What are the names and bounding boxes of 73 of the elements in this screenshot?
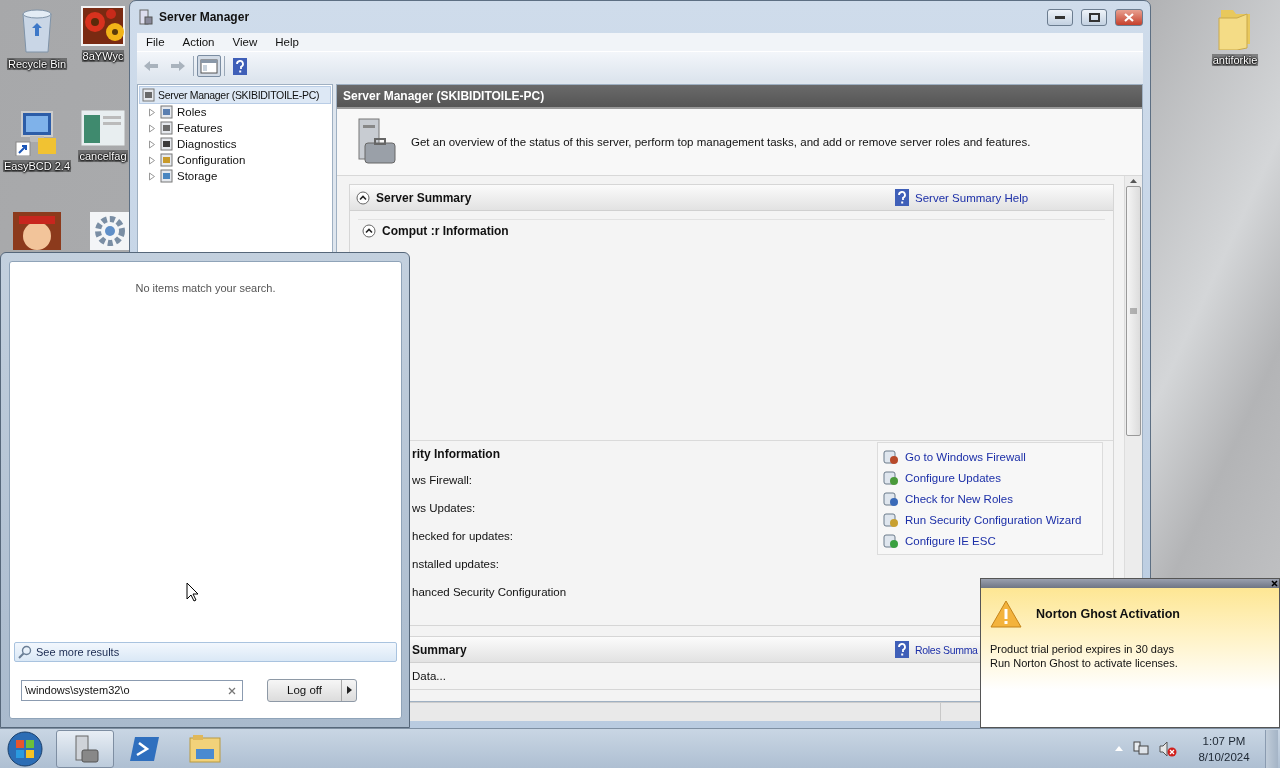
tree-item[interactable]: Server Manager (SKIBIDITOILE-PC) [139,86,331,104]
volume-muted-icon[interactable] [1159,740,1177,757]
minimize-button[interactable] [1047,8,1073,26]
field-label: ws Updates: [412,501,477,516]
notification-text: Run Norton Ghost to activate licenses. [989,656,1179,670]
scroll-up-icon[interactable] [1129,178,1138,184]
minimize-icon [1055,15,1065,19]
close-button[interactable] [1115,8,1143,26]
collapse-icon[interactable] [356,190,370,205]
gear-icon [90,212,130,250]
section-title: Server Summary [376,190,473,205]
start-button[interactable] [4,729,46,768]
collapse-icon[interactable] [362,224,376,238]
avatar-icon [13,212,61,250]
maximize-button[interactable] [1081,8,1107,26]
grip-icon [1130,308,1137,314]
help-link[interactable]: Roles Summa [915,643,978,656]
search-icon [18,645,32,659]
scrollbar[interactable] [1124,176,1142,580]
help-icon [895,641,909,658]
menu-item[interactable]: Help [266,36,308,48]
window-thumbnail-icon [81,110,125,146]
help-link[interactable]: Server Summary Help [915,191,1029,204]
clock-date[interactable]: 8/10/2024 [1198,748,1250,765]
field-label: hanced Security Configuration [412,585,568,600]
see-more-results-button[interactable]: See more results [14,642,397,662]
help-icon [895,189,909,206]
expand-arrow-icon[interactable] [148,107,156,117]
search-field[interactable]: \windows\system32\o [21,679,243,701]
field-label: hecked for updates: [412,529,514,544]
task-link[interactable]: Configure IE ESC [905,534,996,547]
taskbar-button[interactable] [56,729,114,768]
pane-header: Server Manager (SKIBIDITOILE-PC) [337,85,1142,109]
expand-arrow-icon[interactable] [148,155,156,165]
section-title: Summary [412,642,468,657]
tree-item[interactable]: Diagnostics [177,138,237,150]
network-icon[interactable] [1133,740,1149,757]
show-hide-tree-button[interactable] [197,55,221,77]
task-link[interactable]: Run Security Configuration Wizard [905,513,1082,526]
expand-arrow-icon[interactable] [148,139,156,149]
window-title: Server Manager [159,10,251,24]
expand-arrow-icon[interactable] [148,171,156,181]
task-link[interactable]: Check for New Roles [905,492,1013,505]
intro-text: Get an overview of the status of this server, perform top management tasks, and add or remove server roles and features. [411,136,1031,148]
no-results-message: No items match your search. [135,282,276,294]
clear-icon[interactable] [228,686,236,695]
terminal-icon [130,735,160,762]
warning-icon [990,600,1022,628]
field-label: nstalled updates: [412,557,500,572]
folder-icon [189,734,221,763]
tree-item[interactable]: Features [177,122,223,134]
caret-icon [346,686,352,694]
notification-text: Product trial period expires in 30 days [989,642,1176,656]
tree-item[interactable]: Configuration [177,154,246,166]
mouse-cursor-icon [186,582,199,602]
back-arrow-icon [143,60,159,72]
task-link[interactable]: Configure Updates [905,471,1001,484]
clock-time[interactable]: 1:07 PM [1202,732,1246,749]
tree-item[interactable]: Roles [177,106,207,118]
field-label: ws Firewall: [412,473,474,488]
tree-item[interactable]: Storage [177,170,218,182]
forward-arrow-icon [170,60,186,72]
close-icon[interactable] [1271,580,1278,587]
close-icon [1124,12,1134,22]
menu-item[interactable]: File [137,36,174,48]
maximize-icon [1088,12,1100,22]
subsection-title: rity Information [412,446,501,463]
subsection-title: Comput :r Information [382,224,510,238]
menu-item[interactable]: Action [173,36,224,48]
expand-arrow-icon[interactable] [148,123,156,133]
task-link[interactable]: Go to Windows Firewall [905,450,1026,463]
menu-item[interactable]: View [223,36,267,48]
notification-title: Norton Ghost Activation [1036,607,1180,621]
